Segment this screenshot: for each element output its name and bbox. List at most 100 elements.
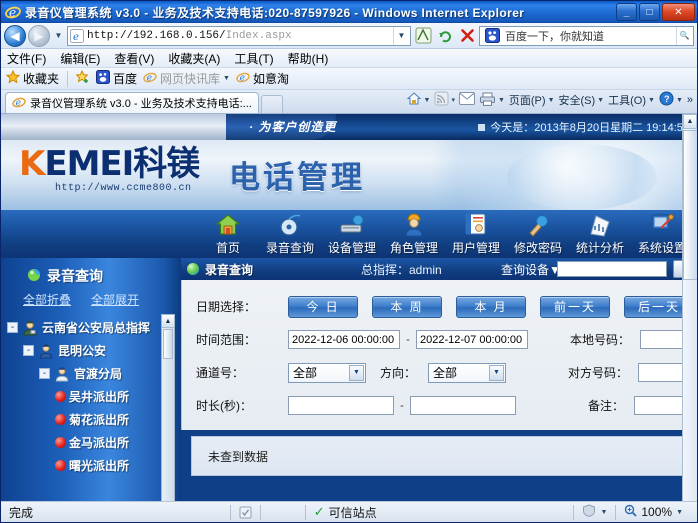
nav-item-statistics[interactable]: 统计分析 <box>569 210 631 256</box>
nav-item-device-management[interactable]: 设备管理 <box>321 210 383 256</box>
menu-item-file[interactable]: 文件(F) <box>7 50 46 67</box>
back-button[interactable]: ◀ <box>4 24 26 47</box>
stop-icon[interactable] <box>457 26 477 46</box>
duration-max-input[interactable] <box>410 396 516 415</box>
tools-menu[interactable]: 工具(O) ▼ <box>608 92 655 108</box>
page-scrollbar-thumb[interactable] <box>683 130 697 280</box>
new-tab-button[interactable] <box>260 95 283 113</box>
url-input[interactable]: e http://192.168.0.156/Index.aspx ▼ <box>67 25 411 46</box>
nav-item-change-password[interactable]: 修改密码 <box>507 210 569 256</box>
chevron-down-icon[interactable]: ▼ <box>600 509 607 516</box>
nav-item-record-search[interactable]: 录音查询 <box>259 210 321 256</box>
chevron-down-icon[interactable]: ▼ <box>489 364 504 381</box>
chevron-down-icon[interactable]: ▼ <box>648 97 655 104</box>
tree-node-jinma[interactable]: 金马派出所 <box>5 431 175 454</box>
check-icon: ✓ <box>313 504 325 519</box>
duration-min-input[interactable] <box>288 396 394 415</box>
scroll-up-arrow-icon[interactable]: ▲ <box>162 315 174 328</box>
forward-button[interactable]: ▶ <box>28 24 50 47</box>
tree-node-kunming[interactable]: - 昆明公安 <box>5 339 175 362</box>
panel-title-bar: 录音查询 总指挥：admin 查询设备▼ 搜索 <box>181 258 697 280</box>
menu-item-view[interactable]: 查看(V) <box>114 50 154 67</box>
nav-item-user-management[interactable]: 用户管理 <box>445 210 507 256</box>
device-icon <box>339 212 365 238</box>
chevron-down-icon[interactable]: ▼ <box>424 97 431 104</box>
tab-recorder-system[interactable]: e 录音仪管理系统 v3.0 - 业务及技术支持电话:... <box>5 92 259 113</box>
tree-node-guandu[interactable]: - 官渡分局 <box>5 362 175 385</box>
today-button[interactable]: 今 日 <box>288 295 358 318</box>
menu-item-help[interactable]: 帮助(H) <box>288 50 329 67</box>
translate-icon[interactable] <box>413 26 433 46</box>
page-menu[interactable]: 页面(P) ▼ <box>509 92 555 108</box>
maximize-button[interactable]: □ <box>639 3 660 21</box>
menu-item-edit[interactable]: 编辑(E) <box>60 50 100 67</box>
scroll-up-arrow-icon[interactable]: ▲ <box>683 114 697 129</box>
time-range-start-input[interactable]: 2022-12-06 00:00:00 <box>288 330 400 349</box>
collapse-all-link[interactable]: 全部折叠 <box>23 291 71 308</box>
tree-expander-icon[interactable]: - <box>23 345 34 356</box>
chevron-down-icon[interactable]: ▼ <box>498 97 505 104</box>
favorite-ruyitao[interactable]: e 如意淘 <box>236 70 289 87</box>
panel-search-input[interactable] <box>557 261 667 277</box>
menu-item-favorites[interactable]: 收藏夹(A) <box>168 50 220 67</box>
tree-scrollbar[interactable]: ▲ <box>161 314 175 501</box>
logo-website-url: http://www.ccme800.cn <box>55 183 192 194</box>
search-input[interactable]: 百度一下，你就知道 🔍 <box>479 25 694 46</box>
protected-mode-toggle[interactable]: ▼ <box>574 502 615 523</box>
chevron-down-icon[interactable]: ▼ <box>676 97 683 104</box>
favorite-news-library[interactable]: e 网页快讯库 ▼ <box>143 70 230 87</box>
favorites-center-button[interactable]: 收藏夹 <box>5 69 59 87</box>
channel-select[interactable]: 全部 ▼ <box>288 362 366 383</box>
chevron-down-icon[interactable]: ▼ <box>223 75 230 82</box>
nav-item-home[interactable]: 首页 <box>197 210 259 256</box>
security-zone[interactable]: ✓ 可信站点 <box>306 502 385 523</box>
chevron-down-icon[interactable]: ▼ <box>676 509 683 516</box>
expand-all-link[interactable]: 全部展开 <box>91 291 139 308</box>
tree-node-wujing[interactable]: 吴井派出所 <box>5 385 175 408</box>
page-vertical-scrollbar[interactable]: ▲ <box>682 114 697 501</box>
print-button[interactable]: ▼ <box>479 92 505 109</box>
prev-day-button[interactable]: 前一天 <box>540 295 610 318</box>
zoom-control[interactable]: 100% ▼ <box>616 502 691 523</box>
time-range-end-input[interactable]: 2022-12-07 00:00:00 <box>416 330 528 349</box>
ie-window: e 录音仪管理系统 v3.0 - 业务及技术支持电话:020-87597926 … <box>0 0 698 523</box>
direction-select[interactable]: 全部 ▼ <box>428 362 506 383</box>
read-mail-button[interactable] <box>458 92 475 108</box>
baidu-icon <box>96 70 111 87</box>
tree-node-label: 菊花派出所 <box>69 413 130 427</box>
logo-letters-emei: EMEI <box>44 144 134 184</box>
station-dot-icon <box>55 460 66 471</box>
chevron-down-icon[interactable]: ▼ <box>597 97 604 104</box>
nav-item-role-management[interactable]: 角色管理 <box>383 210 445 256</box>
tree-expander-icon[interactable]: - <box>7 322 18 333</box>
device-selector-dropdown[interactable]: 查询设备▼ <box>501 261 561 278</box>
toolbar-divider <box>67 70 69 87</box>
minimize-button[interactable]: _ <box>616 3 637 21</box>
this-month-button[interactable]: 本 月 <box>456 295 526 318</box>
empty-result-text: 未查到数据 <box>208 449 269 464</box>
remark-label: 备注： <box>587 399 624 413</box>
scrollbar-thumb[interactable] <box>163 329 173 359</box>
menu-item-tools[interactable]: 工具(T) <box>234 50 273 67</box>
feeds-button[interactable]: ▾ <box>434 91 455 109</box>
home-button[interactable]: ▼ <box>406 91 431 110</box>
add-favorite-button[interactable] <box>75 69 90 87</box>
favorite-baidu[interactable]: 百度 <box>96 70 137 87</box>
help-menu[interactable]: ? ▼ <box>659 91 683 109</box>
search-go-icon[interactable]: 🔍 <box>676 26 692 45</box>
overflow-chevron-icon[interactable]: » <box>687 94 693 106</box>
tree-node-shuguang[interactable]: 曙光派出所 <box>5 454 175 477</box>
safety-menu[interactable]: 安全(S) ▼ <box>559 92 605 108</box>
recent-pages-chevron-down-icon[interactable]: ▼ <box>52 25 65 47</box>
this-week-button[interactable]: 本 周 <box>372 295 442 318</box>
tree-node-juhua[interactable]: 菊花派出所 <box>5 408 175 431</box>
tree-node-yunnan[interactable]: - 云南省公安局总指挥 <box>5 316 175 339</box>
commander-label: 总指挥：admin <box>361 262 442 277</box>
chevron-down-icon[interactable]: ▼ <box>548 97 555 104</box>
chevron-down-icon[interactable]: ▼ <box>349 364 364 381</box>
tree-expander-icon[interactable]: - <box>39 368 50 379</box>
close-button[interactable]: ✕ <box>662 3 695 21</box>
refresh-icon[interactable] <box>435 26 455 46</box>
url-dropdown-chevron-down-icon[interactable]: ▼ <box>393 26 409 45</box>
site-logo[interactable]: KEMEI科镁 http://www.ccme800.cn <box>19 144 200 194</box>
